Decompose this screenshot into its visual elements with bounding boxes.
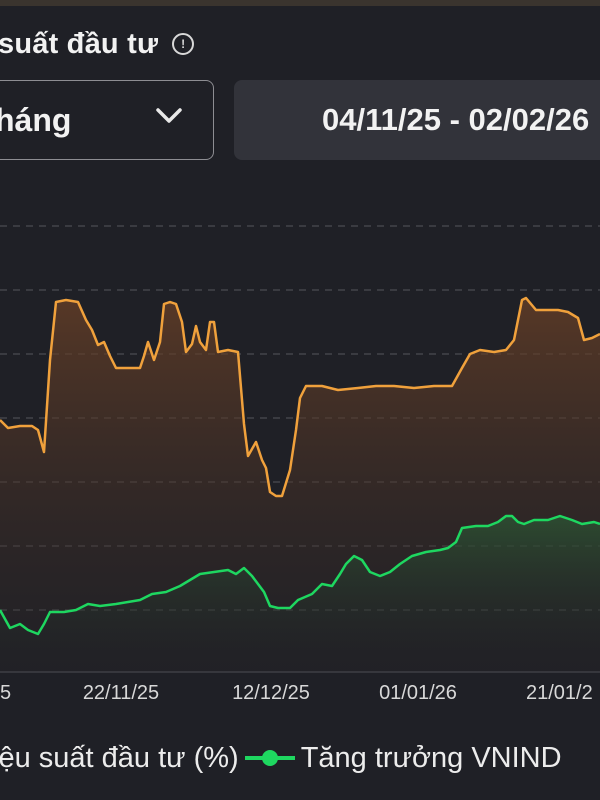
legend-series2-label: Tăng trưởng VNIND [300,741,562,774]
date-range-picker[interactable]: 04/11/25 - 02/02/26 [234,80,600,160]
info-icon[interactable]: ! [172,33,195,55]
legend-series1-label: iệu suất đầu tư (%) [0,741,239,774]
x-tick-label: 12/12/25 [232,682,310,704]
x-tick-label: 01/01/26 [379,682,457,704]
period-dropdown[interactable]: háng [0,80,214,160]
section-header: suất đầu tư ! [0,24,195,64]
chart-legend: iệu suất đầu tư (%) Tăng trưởng VNIND [0,736,562,780]
x-tick-label: 25 [0,682,11,704]
chevron-down-icon [156,108,182,123]
section-title: suất đầu tư [0,27,159,60]
performance-chart: 25 22/11/25 12/12/25 01/01/26 21/01/2 [0,225,600,704]
period-label: háng [0,101,72,138]
x-tick-label: 22/11/25 [83,682,159,704]
date-range-label: 04/11/25 - 02/02/26 [322,102,590,137]
legend-green-line-icon [244,750,295,766]
top-strip [0,0,600,6]
x-tick-label: 21/01/2 [526,682,593,704]
